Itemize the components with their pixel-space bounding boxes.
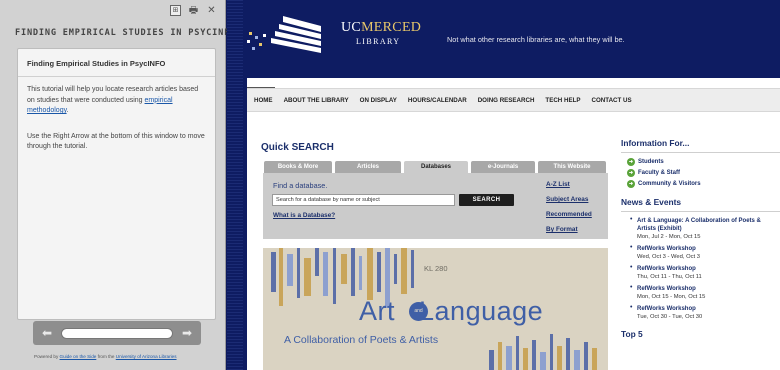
nav-research[interactable]: DOING RESEARCH xyxy=(478,97,535,104)
tab-databases[interactable]: Databases xyxy=(404,161,468,173)
event-item[interactable]: RefWorks Workshop Thu, Oct 11 - Thu, Oct… xyxy=(621,264,780,282)
next-arrow-icon[interactable]: ➡ xyxy=(178,326,196,340)
main-navigation: HOME ABOUT THE LIBRARY ON DISPLAY HOURS/… xyxy=(247,88,780,112)
divider xyxy=(18,76,215,77)
prev-arrow-icon[interactable]: ⬅ xyxy=(38,326,56,340)
event-date: Thu, Oct 11 - Thu, Oct 11 xyxy=(637,274,702,280)
popout-icon[interactable]: ⊞ xyxy=(170,4,181,16)
tab-ejournals[interactable]: e-Journals xyxy=(471,161,535,173)
tutorial-navigation: ⬅ ➡ xyxy=(33,321,201,345)
site-content: HOME ABOUT THE LIBRARY ON DISPLAY HOURS/… xyxy=(247,78,780,370)
site-tagline: Not what other research libraries are, w… xyxy=(447,35,625,44)
print-icon[interactable]: 🖶 xyxy=(188,5,199,16)
news-events-heading: News & Events xyxy=(621,197,682,207)
quick-search-tabs: Books & More Articles Databases e-Journa… xyxy=(264,161,606,173)
step-text-end: . xyxy=(66,107,69,114)
banner-language-word: Language xyxy=(419,296,544,326)
event-title: RefWorks Workshop xyxy=(637,306,696,312)
logo-uc-text: UC xyxy=(341,20,362,35)
info-link-students[interactable]: ➜ Students xyxy=(621,158,780,166)
search-button[interactable]: SEARCH xyxy=(459,194,514,206)
tab-articles[interactable]: Articles xyxy=(335,161,401,173)
library-website: UCMERCED LIBRARY Not what other research… xyxy=(227,0,780,370)
info-link-label: Students xyxy=(638,159,664,165)
nav-contact[interactable]: CONTACT US xyxy=(592,97,632,104)
info-link-label: Faculty & Staff xyxy=(638,170,681,176)
event-title: RefWorks Workshop xyxy=(637,266,696,272)
subject-areas-link[interactable]: Subject Areas xyxy=(546,196,588,203)
what-is-database-link[interactable]: What is a Database? xyxy=(273,212,335,219)
event-item[interactable]: RefWorks Workshop Wed, Oct 3 - Wed, Oct … xyxy=(621,244,780,262)
guide-on-the-side-link[interactable]: Guide on the Side xyxy=(60,354,97,359)
tutorial-panel: ⊞ 🖶 ✕ FINDING EMPIRICAL STUDIES IN PSYCI… xyxy=(0,0,235,370)
step-paragraph-2: Use the Right Arrow at the bottom of thi… xyxy=(27,132,205,151)
go-arrow-icon: ➜ xyxy=(627,158,635,166)
nav-tech-help[interactable]: TECH HELP xyxy=(545,97,580,104)
university-of-arizona-link[interactable]: University of Arizona Libraries xyxy=(116,354,177,359)
nav-hours[interactable]: HOURS/CALENDAR xyxy=(408,97,467,104)
event-item[interactable]: Art & Language: A Collaboration of Poets… xyxy=(621,216,780,242)
recommended-link[interactable]: Recommended xyxy=(546,211,592,218)
panel-toolbar: ⊞ 🖶 ✕ xyxy=(170,3,217,17)
event-item[interactable]: RefWorks Workshop Mon, Oct 15 - Mon, Oct… xyxy=(621,284,780,302)
nav-home[interactable]: HOME xyxy=(254,97,273,104)
event-date: Tue, Oct 30 - Tue, Oct 30 xyxy=(637,314,703,320)
nav-about[interactable]: ABOUT THE LIBRARY xyxy=(284,97,349,104)
nav-on-display[interactable]: ON DISPLAY xyxy=(360,97,397,104)
event-date: Mon, Jul 2 - Mon, Oct 15 xyxy=(637,234,701,240)
library-logo-icon[interactable] xyxy=(243,12,335,56)
event-item[interactable]: RefWorks Workshop Tue, Oct 30 - Tue, Oct… xyxy=(621,304,780,322)
event-date: Wed, Oct 3 - Wed, Oct 3 xyxy=(637,254,700,260)
step-heading: Finding Empirical Studies in PsycINFO xyxy=(27,59,166,68)
close-icon[interactable]: ✕ xyxy=(206,5,217,16)
event-date: Mon, Oct 15 - Mon, Oct 15 xyxy=(637,294,706,300)
site-sidebar: Information For... ➜ Students ➜ Faculty & … xyxy=(621,138,780,339)
tutorial-title: FINDING EMPIRICAL STUDIES IN PSYCINFO xyxy=(15,28,237,38)
tab-website[interactable]: This Website xyxy=(538,161,606,173)
divider xyxy=(621,211,780,212)
banner-and-circle: and xyxy=(409,302,428,321)
event-title: RefWorks Workshop xyxy=(637,286,696,292)
banner-subtitle: A Collaboration of Poets & Artists xyxy=(284,334,439,346)
logo-library: LIBRARY xyxy=(356,37,401,46)
by-format-link[interactable]: By Format xyxy=(546,226,578,233)
information-for-heading: Information For... xyxy=(621,138,690,148)
banner-call-number: KL 280 xyxy=(424,264,448,273)
top-5-heading: Top 5 xyxy=(621,329,643,339)
tutorial-step-card: Finding Empirical Studies in PsycINFO Th… xyxy=(17,48,216,320)
event-title: RefWorks Workshop xyxy=(637,246,696,252)
powered-by-footer: Powered by Guide on the Side from the Un… xyxy=(34,354,177,359)
footer-text: from the xyxy=(97,354,115,359)
art-language-banner[interactable]: KL 280 Art Language and A Collaboration o… xyxy=(263,248,608,370)
find-database-label: Find a database. xyxy=(273,181,328,190)
info-link-community[interactable]: ➜ Community & Visitors xyxy=(621,180,780,188)
info-link-faculty[interactable]: ➜ Faculty & Staff xyxy=(621,169,780,177)
logo-merced-text: MERCED xyxy=(361,20,422,35)
progress-bar xyxy=(61,327,173,339)
banner-art-word: Art xyxy=(359,296,396,326)
go-arrow-icon: ➜ xyxy=(627,169,635,177)
event-title: Art & Language: A Collaboration of Poets… xyxy=(637,218,761,232)
step-paragraph-1: This tutorial will help you locate resea… xyxy=(27,85,206,117)
banner-title: Art Language xyxy=(359,296,543,327)
quick-search-title: Quick SEARCH xyxy=(261,142,334,153)
az-list-link[interactable]: A-Z List xyxy=(546,181,570,188)
quick-search-panel: Find a database. SEARCH What is a Databa… xyxy=(263,173,608,239)
info-link-label: Community & Visitors xyxy=(638,181,701,187)
decorative-dots xyxy=(227,0,243,370)
footer-text: Powered by xyxy=(34,354,59,359)
go-arrow-icon: ➜ xyxy=(627,180,635,188)
database-search-input[interactable] xyxy=(272,194,455,206)
logo-ucmerced: UCMERCED xyxy=(341,20,421,36)
tab-books[interactable]: Books & More xyxy=(264,161,332,173)
divider xyxy=(621,152,780,153)
